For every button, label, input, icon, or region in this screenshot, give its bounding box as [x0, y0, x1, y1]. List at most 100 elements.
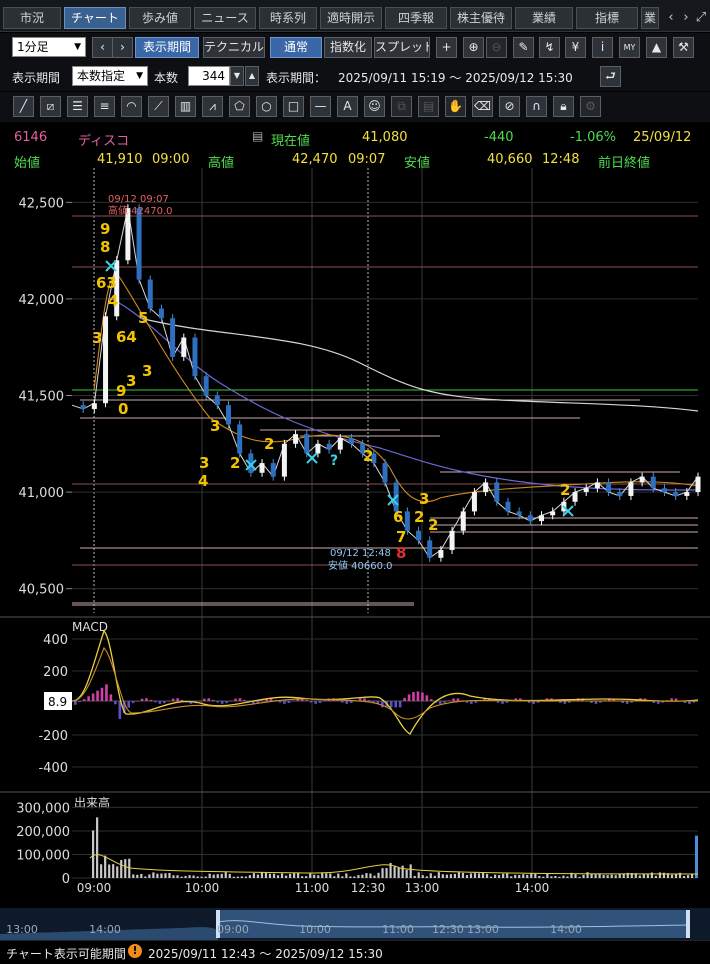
- count-down-icon[interactable]: ▼: [230, 66, 244, 86]
- return-icon[interactable]: ⮐: [600, 66, 621, 87]
- channel-tool-icon[interactable]: ≡: [94, 96, 115, 117]
- my-chart-icon[interactable]: MY: [619, 37, 640, 58]
- range-navigator[interactable]: 13:00 14:00 09:00 10:00 11:00 12:30 13:00 14:00: [0, 908, 710, 940]
- index-button[interactable]: 指数化: [324, 37, 372, 58]
- tab-ticks[interactable]: 歩み値: [129, 7, 191, 29]
- chart-type-icon[interactable]: ↯: [539, 37, 560, 58]
- macd-hist-bar: [363, 698, 366, 701]
- nav-right-handle[interactable]: [686, 910, 690, 938]
- quote-panel: 6146 ディスコ ▤ 現在値 41,080 -440 -1.06% 25/09…: [0, 124, 710, 168]
- interval-select[interactable]: 1分足 ▼: [12, 37, 86, 57]
- prev-button[interactable]: ‹: [92, 37, 113, 58]
- tab-chart[interactable]: チャート: [64, 7, 126, 29]
- candle-body: [383, 463, 388, 482]
- yen-icon[interactable]: ¥: [565, 37, 586, 58]
- price-tick-label: 40,500: [19, 583, 65, 598]
- count-input[interactable]: 344: [188, 66, 230, 86]
- next-button[interactable]: ›: [112, 37, 133, 58]
- tab-more[interactable]: 業: [641, 7, 659, 29]
- technical-button[interactable]: テクニカル: [203, 37, 265, 58]
- wrench-icon[interactable]: ⚒: [673, 37, 694, 58]
- tab-earnings[interactable]: 業績: [515, 7, 573, 29]
- volume-bar: [385, 868, 387, 878]
- volume-bar: [514, 875, 516, 878]
- volume-bar: [478, 873, 480, 878]
- signal-3d: 3: [210, 417, 220, 435]
- volume-bar: [345, 873, 347, 878]
- pencil-icon[interactable]: ✎: [513, 37, 534, 58]
- volume-bar: [329, 874, 331, 878]
- normal-button[interactable]: 通常: [270, 37, 322, 58]
- ruler-tool-icon[interactable]: ⧄: [40, 96, 61, 117]
- tab-news[interactable]: ニュース: [194, 7, 256, 29]
- tab-benefits[interactable]: 株主優待: [450, 7, 512, 29]
- volume-bar: [494, 875, 496, 878]
- tab-disclosure[interactable]: 適時開示: [320, 7, 382, 29]
- candle-body: [304, 434, 309, 453]
- count-up-icon[interactable]: ▲: [245, 66, 259, 86]
- macd-hist-bar: [234, 699, 237, 701]
- pentagon-tool-icon[interactable]: ⬠: [229, 96, 250, 117]
- document-icon[interactable]: ▤: [252, 129, 263, 143]
- settings-tool-icon[interactable]: ⚙: [580, 96, 601, 117]
- volume-tick-label: 300,000: [16, 801, 70, 816]
- chevron-right-icon[interactable]: ›: [678, 9, 694, 27]
- high-note-value: 高値 42470.0: [108, 204, 173, 217]
- period-mode-select[interactable]: 本数指定 ▼: [72, 66, 148, 86]
- volume-bar: [168, 873, 170, 878]
- macd-hist-bar: [497, 701, 500, 703]
- lock-tool-icon[interactable]: 🔒︎: [553, 96, 574, 117]
- text-tool-icon[interactable]: A: [337, 96, 358, 117]
- volume-bar: [402, 866, 404, 878]
- info-icon[interactable]: i: [592, 37, 613, 58]
- candle-body: [293, 434, 298, 444]
- candle-body: [505, 502, 510, 512]
- tab-indicators[interactable]: 指標: [576, 7, 638, 29]
- volume-bar: [253, 873, 255, 878]
- zoom-out-icon[interactable]: ⊖: [486, 37, 507, 58]
- tab-market[interactable]: 市況: [3, 7, 61, 29]
- area-chart-icon[interactable]: ▲: [646, 37, 667, 58]
- volume-bar: [671, 875, 673, 878]
- macd-hist-bar: [305, 700, 308, 701]
- candle-body: [696, 477, 701, 492]
- period-button[interactable]: 表示期間: [135, 37, 199, 58]
- spread-button[interactable]: スプレッド: [374, 37, 430, 58]
- copy-tool-icon[interactable]: ⧉: [391, 96, 412, 117]
- eraser-all-icon[interactable]: ⊘: [499, 96, 520, 117]
- volume-bar: [148, 874, 150, 878]
- eraser-tool-icon[interactable]: ⌫: [472, 96, 493, 117]
- rect-tool-icon[interactable]: □: [283, 96, 304, 117]
- crosshair-icon[interactable]: +: [436, 37, 457, 58]
- chart-area[interactable]: 40,500 41,000 41,500 42,000 42,500 9 8 63 4 …: [0, 168, 710, 908]
- volume-bar: [221, 874, 223, 878]
- gann-tool-icon[interactable]: ⩘: [202, 96, 223, 117]
- magnet-tool-icon[interactable]: ∩: [526, 96, 547, 117]
- arc-tool-icon[interactable]: ◠: [121, 96, 142, 117]
- tab-shikiho[interactable]: 四季報: [385, 7, 447, 29]
- hlines-tool-icon[interactable]: ☰: [67, 96, 88, 117]
- hline-tool-icon[interactable]: —: [310, 96, 331, 117]
- chevron-left-icon[interactable]: ‹: [663, 9, 679, 27]
- signal-6: 6: [393, 508, 403, 526]
- warning-icon[interactable]: !: [128, 944, 142, 958]
- volume-bar: [546, 874, 548, 878]
- expand-icon[interactable]: ⤢: [693, 9, 709, 27]
- tab-timeseries[interactable]: 時系列: [259, 7, 317, 29]
- zoom-in-icon[interactable]: ⊕: [463, 37, 484, 58]
- fan-tool-icon[interactable]: ⟋: [148, 96, 169, 117]
- macd-hist-bar: [381, 701, 384, 707]
- circle-tool-icon[interactable]: ○: [256, 96, 277, 117]
- vlines-tool-icon[interactable]: ▥: [175, 96, 196, 117]
- high-time: 09:07: [348, 152, 385, 167]
- volume-bar: [297, 873, 299, 878]
- paste-tool-icon[interactable]: ▤: [418, 96, 439, 117]
- emoji-tool-icon[interactable]: ☺: [364, 96, 385, 117]
- signal-3f: 3: [419, 490, 429, 508]
- macd-hist-bar: [279, 701, 282, 703]
- hand-tool-icon[interactable]: ✋: [445, 96, 466, 117]
- macd-hist-bar: [506, 701, 509, 703]
- line-tool-icon[interactable]: ╱: [13, 96, 34, 117]
- price-grid: [94, 168, 532, 878]
- macd-hist-bar: [292, 701, 295, 702]
